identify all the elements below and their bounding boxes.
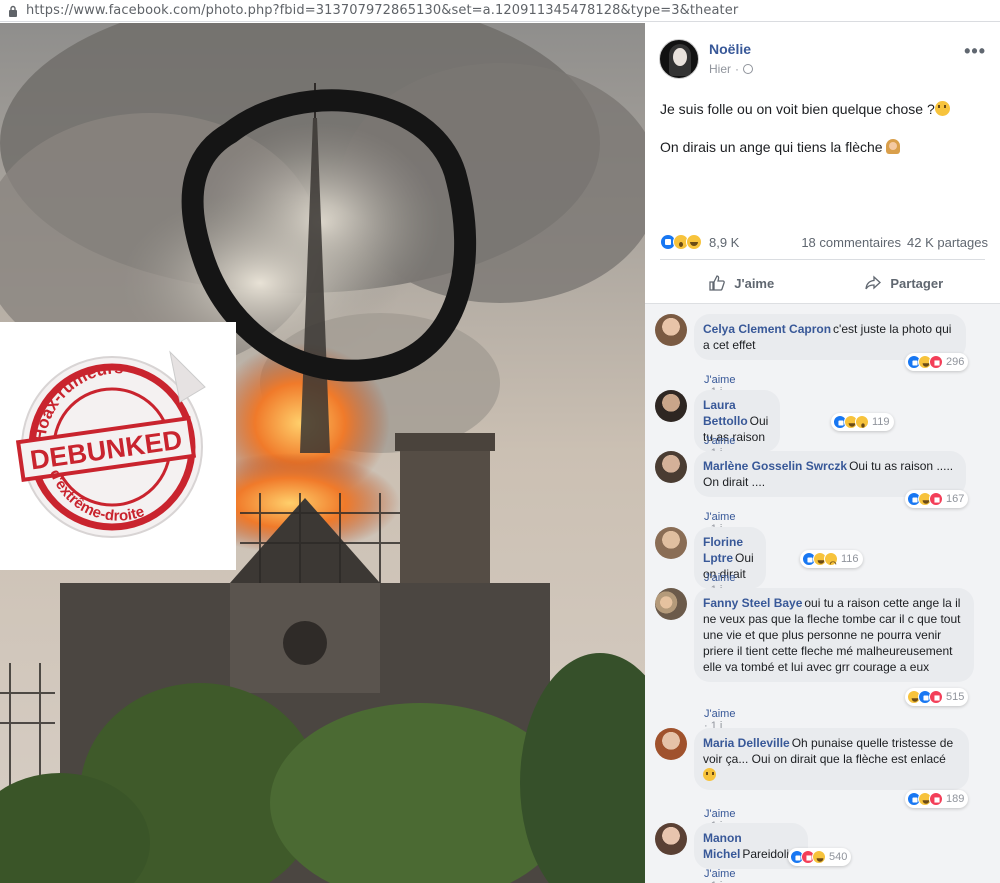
post-actions: J'aime Partager [660,266,985,300]
avatar[interactable] [655,588,687,620]
love-reaction-icon [929,355,943,369]
woman-facepalming-icon [886,139,901,154]
avatar[interactable] [655,728,687,760]
avatar[interactable] [655,390,687,422]
reaction-icons[interactable] [660,234,702,250]
author-name[interactable]: Noëlie [709,41,753,57]
haha-reaction-icon [812,850,826,864]
comment-reactions[interactable]: 116 [800,550,863,568]
more-options-icon[interactable]: ••• [964,41,986,62]
wow-reaction-icon [855,415,869,429]
reaction-count: 119 [872,416,890,428]
comment-like-link[interactable]: J'aime [704,868,735,880]
post-line-1: Je suis folle ou on voit bien quelque ch… [660,101,935,117]
haha-reaction-icon [686,234,702,250]
comment-bubble: Fanny Steel Baye oui tu a raison cette an… [694,588,974,682]
comment-like-link[interactable]: J'aime [704,435,735,447]
post-line-2: On dirais un ange qui tiens la flèche [660,139,883,155]
love-reaction-icon [929,690,943,704]
post-side-panel: Noëlie Hier · ••• Je suis folle ou on voi… [645,23,1000,883]
comment-like-link[interactable]: J'aime [704,708,735,720]
comment-reactions[interactable]: 296 [905,353,969,371]
shares-count[interactable]: 42 K partages [907,235,988,250]
post-stats: 8,9 K 18 commentaires 42 K partages [660,234,988,250]
avatar[interactable] [655,314,687,346]
comment-like-link[interactable]: J'aime [704,808,735,820]
comments-section: Celya Clement Capron c'est juste la photo… [645,303,1000,883]
commenter-name[interactable]: Marlène Gosselin Swrczk [703,459,847,473]
sad-face-icon [703,768,716,781]
share-arrow-icon [865,275,882,290]
commenter-name[interactable]: Maria Delleville [703,736,790,750]
commenter-name[interactable]: Celya Clement Capron [703,322,831,336]
reaction-count: 540 [829,851,848,863]
post-header: Noëlie Hier · [659,39,754,79]
comments-count[interactable]: 18 commentaires [801,235,901,250]
comment-like-link[interactable]: J'aime [704,374,735,386]
divider [660,259,985,260]
debunked-stamp: Hoax-rumeurs DEBUNKED d'extrême-droite [0,322,236,570]
love-reaction-icon [929,792,943,806]
reaction-count: 116 [841,553,859,565]
lock-icon [9,5,17,17]
like-label: J'aime [734,275,775,291]
reaction-count: 189 [946,793,965,805]
avatar[interactable] [655,527,687,559]
reactions-count[interactable]: 8,9 K [709,235,739,250]
comment-reactions[interactable]: 119 [831,413,894,431]
comment-like-link[interactable]: J'aime [704,511,735,523]
like-button[interactable]: J'aime [660,266,823,300]
avatar[interactable] [655,823,687,855]
comment-like-link[interactable]: J'aime [704,572,735,584]
avatar[interactable] [655,451,687,483]
post-text: Je suis folle ou on voit bien quelque ch… [660,100,985,176]
sad-reaction-icon [824,552,838,566]
love-reaction-icon [929,492,943,506]
commenter-name[interactable]: Laura Bettollo [703,398,748,428]
reaction-count: 296 [946,356,965,368]
globe-icon [743,64,754,74]
comment-bubble: Maria Delleville Oh punaise quelle triste… [694,728,969,790]
worried-face-icon [934,101,950,116]
comment-reactions[interactable]: 540 [788,848,852,866]
comment-reactions[interactable]: 167 [905,490,969,508]
comment-reactions[interactable]: 515 [905,688,969,706]
share-label: Partager [890,275,944,291]
reaction-count: 167 [946,493,965,505]
thumbs-up-icon [709,275,726,291]
url-text: https://www.facebook.com/photo.php?fbid=… [26,3,739,18]
address-bar[interactable]: https://www.facebook.com/photo.php?fbid=… [0,0,1000,22]
reaction-count: 515 [946,691,965,703]
author-avatar[interactable] [659,39,699,79]
comment-footer: J'aime · 1 j [704,868,735,883]
share-button[interactable]: Partager [823,266,986,300]
post-time[interactable]: Hier [709,62,731,76]
commenter-name[interactable]: Fanny Steel Baye [703,596,802,610]
comment-reactions[interactable]: 189 [905,790,969,808]
commenter-name[interactable]: Manon Michel [703,831,742,861]
